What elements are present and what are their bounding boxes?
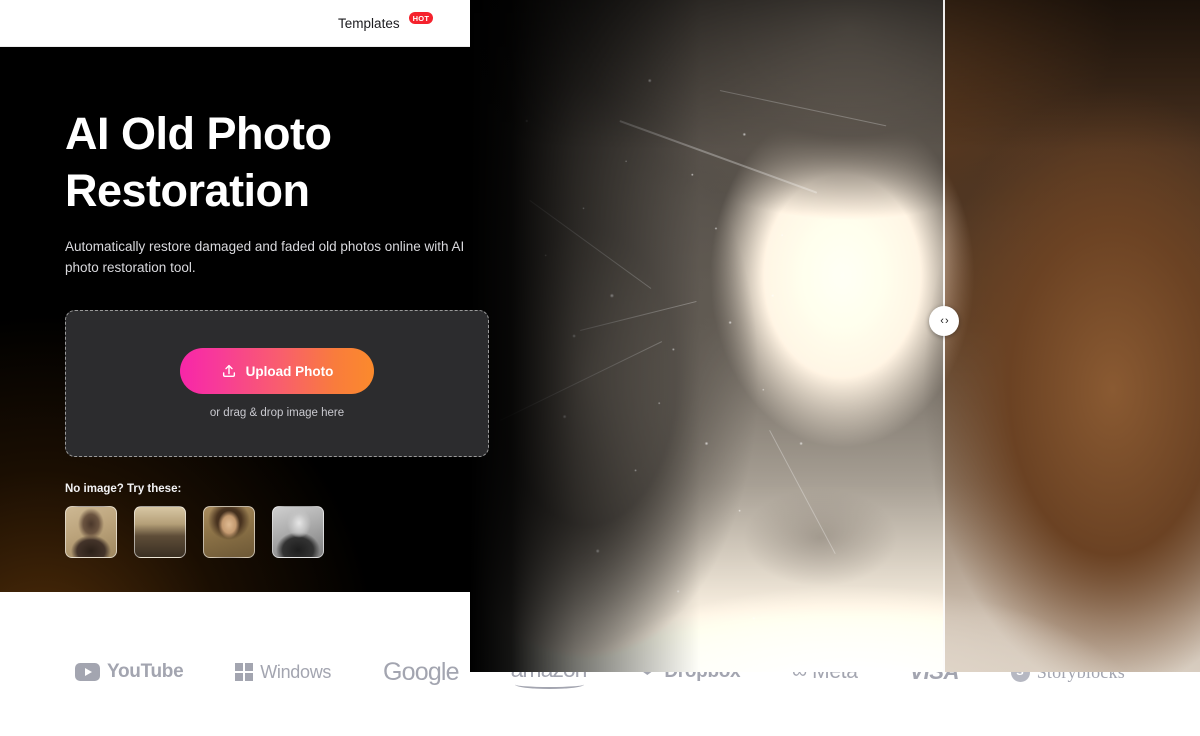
- windows-icon: [235, 663, 254, 681]
- hot-badge: HOT: [408, 12, 434, 24]
- logo-google[interactable]: Google: [382, 657, 460, 687]
- hero-title-line-2: Restoration: [65, 165, 310, 216]
- sample-thumbnail-sepia-portrait-man[interactable]: [65, 506, 117, 558]
- before-after-comparison[interactable]: ‹ ›: [470, 0, 1200, 672]
- upload-dropzone[interactable]: Upload Photo or drag & drop image here: [65, 310, 489, 457]
- upload-photo-button[interactable]: Upload Photo: [180, 348, 374, 394]
- drag-drop-hint: or drag & drop image here: [209, 407, 345, 419]
- amazon-smile-icon: [514, 680, 585, 689]
- comparison-stage: ‹ ›: [470, 0, 1200, 672]
- nav-item-templates[interactable]: Templates HOT: [317, 0, 454, 47]
- hero-subtitle: Automatically restore damaged and faded …: [65, 239, 465, 275]
- page-title: AI Old Photo Restoration: [65, 105, 505, 219]
- page-root: ‹ › Templates HOT Create ▾ ✦ AI ▾ Tools …: [0, 0, 1200, 736]
- upload-button-label: Upload Photo: [245, 363, 334, 379]
- sample-thumbnail-sepia-portrait-woman[interactable]: [203, 506, 255, 558]
- logo-label-windows: Windows: [260, 661, 332, 682]
- logo-label-youtube: YouTube: [107, 661, 184, 682]
- sample-thumbnails: [65, 506, 505, 558]
- logo-windows[interactable]: Windows: [235, 662, 331, 683]
- sample-thumbnail-sepia-street-scene[interactable]: [134, 506, 186, 558]
- youtube-icon: [75, 663, 100, 681]
- left-right-chevrons-icon[interactable]: ‹ ›: [929, 306, 959, 336]
- sample-thumbnail-bw-portrait-elder-woman[interactable]: [272, 506, 324, 558]
- logo-youtube[interactable]: YouTube: [75, 661, 184, 683]
- comparison-divider-line: [943, 0, 945, 672]
- nav-label-templates: Templates: [338, 15, 400, 31]
- sample-images-label: No image? Try these:: [65, 483, 182, 495]
- before-image-damaged: [470, 0, 943, 672]
- logo-label-google: Google: [382, 657, 460, 686]
- damage-specks-overlay: [470, 0, 943, 672]
- upload-arrow-icon: [222, 364, 235, 378]
- hero-content-column: AI Old Photo Restoration Automatically r…: [65, 105, 505, 558]
- hero-title-line-1: AI Old Photo: [65, 108, 332, 159]
